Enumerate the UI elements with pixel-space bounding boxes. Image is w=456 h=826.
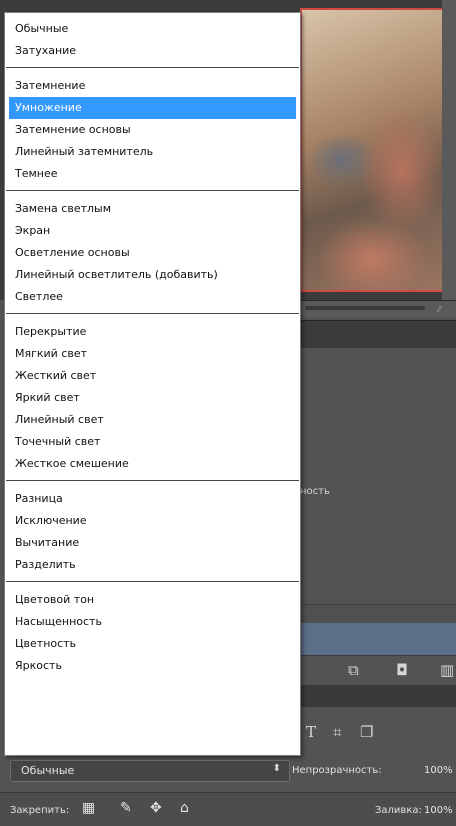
panel-button-bar: ⧉ ◘ ▥: [300, 655, 456, 686]
blend-mode-item[interactable]: Замена светлым: [9, 198, 296, 220]
resize-grip-icon[interactable]: ⁄⁄: [438, 305, 452, 314]
blend-mode-item[interactable]: Вычитание: [9, 532, 296, 554]
blend-mode-item[interactable]: Цветовой тон: [9, 589, 296, 611]
panel-row[interactable]: [300, 508, 456, 541]
blend-mode-item[interactable]: Линейный затемнитель: [9, 141, 296, 163]
blend-mode-item[interactable]: Насыщенность: [9, 611, 296, 633]
select-arrows-icon: ⬍: [272, 763, 281, 774]
blend-mode-menu: Обычные Затухание Затемнение Умножение Затем…: [4, 12, 301, 756]
blend-mode-item[interactable]: Осветление основы: [9, 242, 296, 264]
text-tool-icon[interactable]: T: [306, 720, 316, 744]
blend-mode-item[interactable]: Обычные: [9, 18, 296, 40]
lock-brush-icon[interactable]: ✎: [120, 799, 132, 817]
transform-icon[interactable]: ⌗: [333, 720, 341, 744]
trash-icon[interactable]: ▥: [440, 661, 454, 679]
blend-mode-item[interactable]: Разница: [9, 488, 296, 510]
blend-mode-item[interactable]: Жесткий свет: [9, 365, 296, 387]
blend-mode-item[interactable]: Перекрытие: [9, 321, 296, 343]
menu-separator: [6, 581, 299, 582]
layers-panel-body: ность: [300, 348, 456, 628]
fill-label: Заливка:: [375, 805, 422, 816]
panel-row[interactable]: [300, 348, 456, 381]
blend-mode-select[interactable]: Обычные ⬍: [10, 760, 290, 782]
lock-move-icon[interactable]: ✥: [150, 799, 162, 817]
blend-mode-item[interactable]: Темнее: [9, 163, 296, 185]
photo-canvas: [300, 8, 444, 292]
menu-separator: [6, 67, 299, 68]
blend-mode-item[interactable]: Точечный свет: [9, 431, 296, 453]
fill-input[interactable]: 100%: [424, 805, 453, 816]
camera-icon[interactable]: ◘: [396, 661, 408, 679]
blend-mode-item[interactable]: Затемнение основы: [9, 119, 296, 141]
new-layer-icon[interactable]: ⧉: [348, 661, 359, 679]
scrollbar-track[interactable]: [305, 306, 425, 310]
blend-mode-item[interactable]: Жесткое смешение: [9, 453, 296, 475]
panel-row[interactable]: [300, 412, 456, 445]
opacity-input[interactable]: 100%: [424, 765, 453, 776]
panel-row[interactable]: ность: [300, 476, 456, 509]
smart-object-icon[interactable]: ❐: [360, 720, 373, 744]
blend-mode-item[interactable]: Затухание: [9, 40, 296, 62]
blend-mode-item[interactable]: Мягкий свет: [9, 343, 296, 365]
blend-mode-item[interactable]: Яркость: [9, 655, 296, 677]
blend-mode-item[interactable]: Экран: [9, 220, 296, 242]
panel-row[interactable]: [300, 540, 456, 573]
lock-all-icon[interactable]: ⌂: [180, 799, 189, 817]
blend-mode-item[interactable]: Линейный осветлитель (добавить): [9, 264, 296, 286]
blend-mode-item[interactable]: Затемнение: [9, 75, 296, 97]
panel-row[interactable]: [300, 444, 456, 477]
menu-separator: [6, 190, 299, 191]
panel-row[interactable]: [300, 380, 456, 413]
blend-mode-item[interactable]: Умножение: [9, 97, 296, 119]
canvas-side-strip: [442, 0, 456, 300]
blend-mode-item[interactable]: Исключение: [9, 510, 296, 532]
panel-divider: [300, 685, 456, 707]
lock-label: Закрепить:: [10, 805, 70, 816]
lock-transparent-icon[interactable]: ▦: [82, 799, 95, 817]
blend-mode-item[interactable]: Светлее: [9, 286, 296, 308]
menu-separator: [6, 480, 299, 481]
blend-mode-item[interactable]: Яркий свет: [9, 387, 296, 409]
blend-mode-item[interactable]: Разделить: [9, 554, 296, 576]
blend-mode-value: Обычные: [21, 764, 75, 777]
panel-row-label: ность: [300, 486, 330, 497]
menu-separator: [6, 313, 299, 314]
tool-icons-row: T ⌗ ❐: [300, 720, 456, 748]
blend-mode-item[interactable]: Цветность: [9, 633, 296, 655]
layers-panel-header: [300, 320, 456, 349]
panel-row[interactable]: [300, 572, 456, 605]
blend-mode-item[interactable]: Линейный свет: [9, 409, 296, 431]
selected-layer-row[interactable]: [300, 623, 456, 655]
opacity-label: Непрозрачность:: [292, 765, 382, 776]
